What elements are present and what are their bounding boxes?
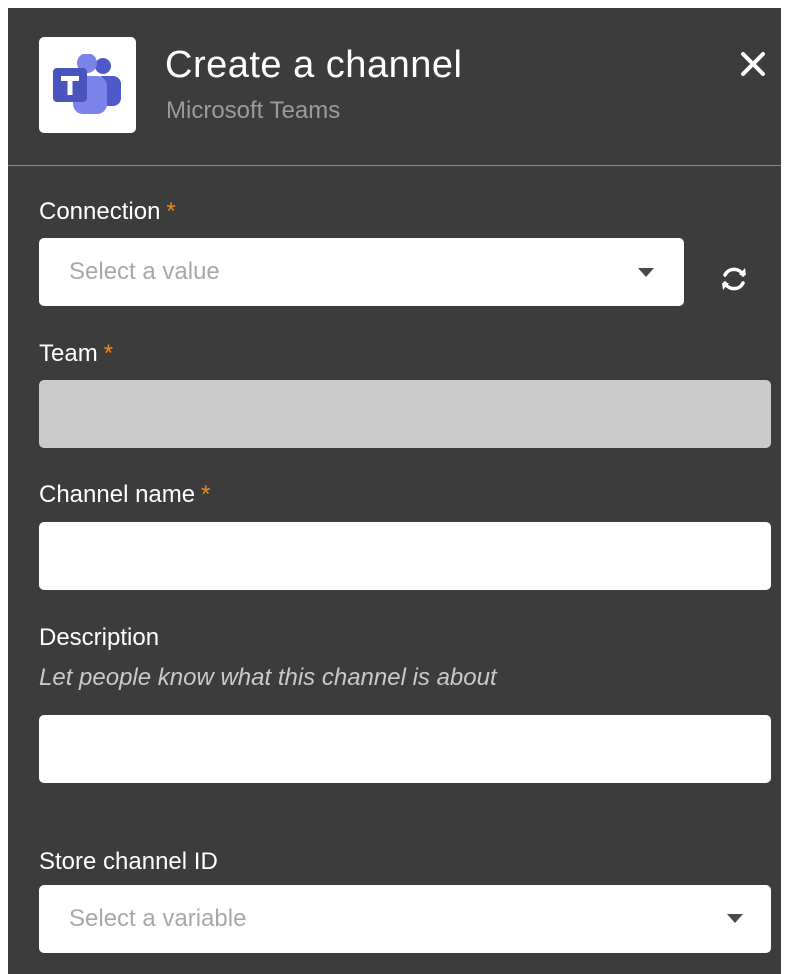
panel-header: Create a channel Microsoft Teams <box>8 8 781 166</box>
required-marker: * <box>201 481 211 508</box>
panel-subtitle: Microsoft Teams <box>166 97 341 124</box>
connection-select-placeholder: Select a value <box>69 258 220 285</box>
refresh-icon <box>722 267 746 291</box>
close-icon <box>741 52 765 76</box>
store-channel-id-select[interactable]: Select a variable <box>39 885 771 953</box>
channel-name-label: Channel name * <box>39 481 211 508</box>
panel-title: Create a channel <box>165 44 463 86</box>
microsoft-teams-icon <box>39 37 136 133</box>
channel-name-input[interactable] <box>39 522 771 590</box>
chevron-down-icon <box>638 268 654 277</box>
description-hint: Let people know what this channel is abo… <box>39 664 497 691</box>
store-channel-id-placeholder: Select a variable <box>69 905 247 932</box>
required-marker: * <box>103 340 114 367</box>
refresh-connections-button[interactable] <box>716 261 752 297</box>
required-marker: * <box>166 198 176 225</box>
team-select <box>39 380 771 448</box>
connection-select[interactable]: Select a value <box>39 238 684 306</box>
create-channel-panel: Create a channel Microsoft Teams Connect… <box>8 8 781 974</box>
description-label: Description <box>39 624 160 651</box>
close-button[interactable] <box>733 46 773 86</box>
team-label: Team * <box>39 340 114 367</box>
connection-label: Connection * <box>39 198 176 225</box>
store-channel-id-label: Store channel ID <box>39 848 218 875</box>
description-input[interactable] <box>39 715 771 783</box>
chevron-down-icon <box>727 914 743 923</box>
